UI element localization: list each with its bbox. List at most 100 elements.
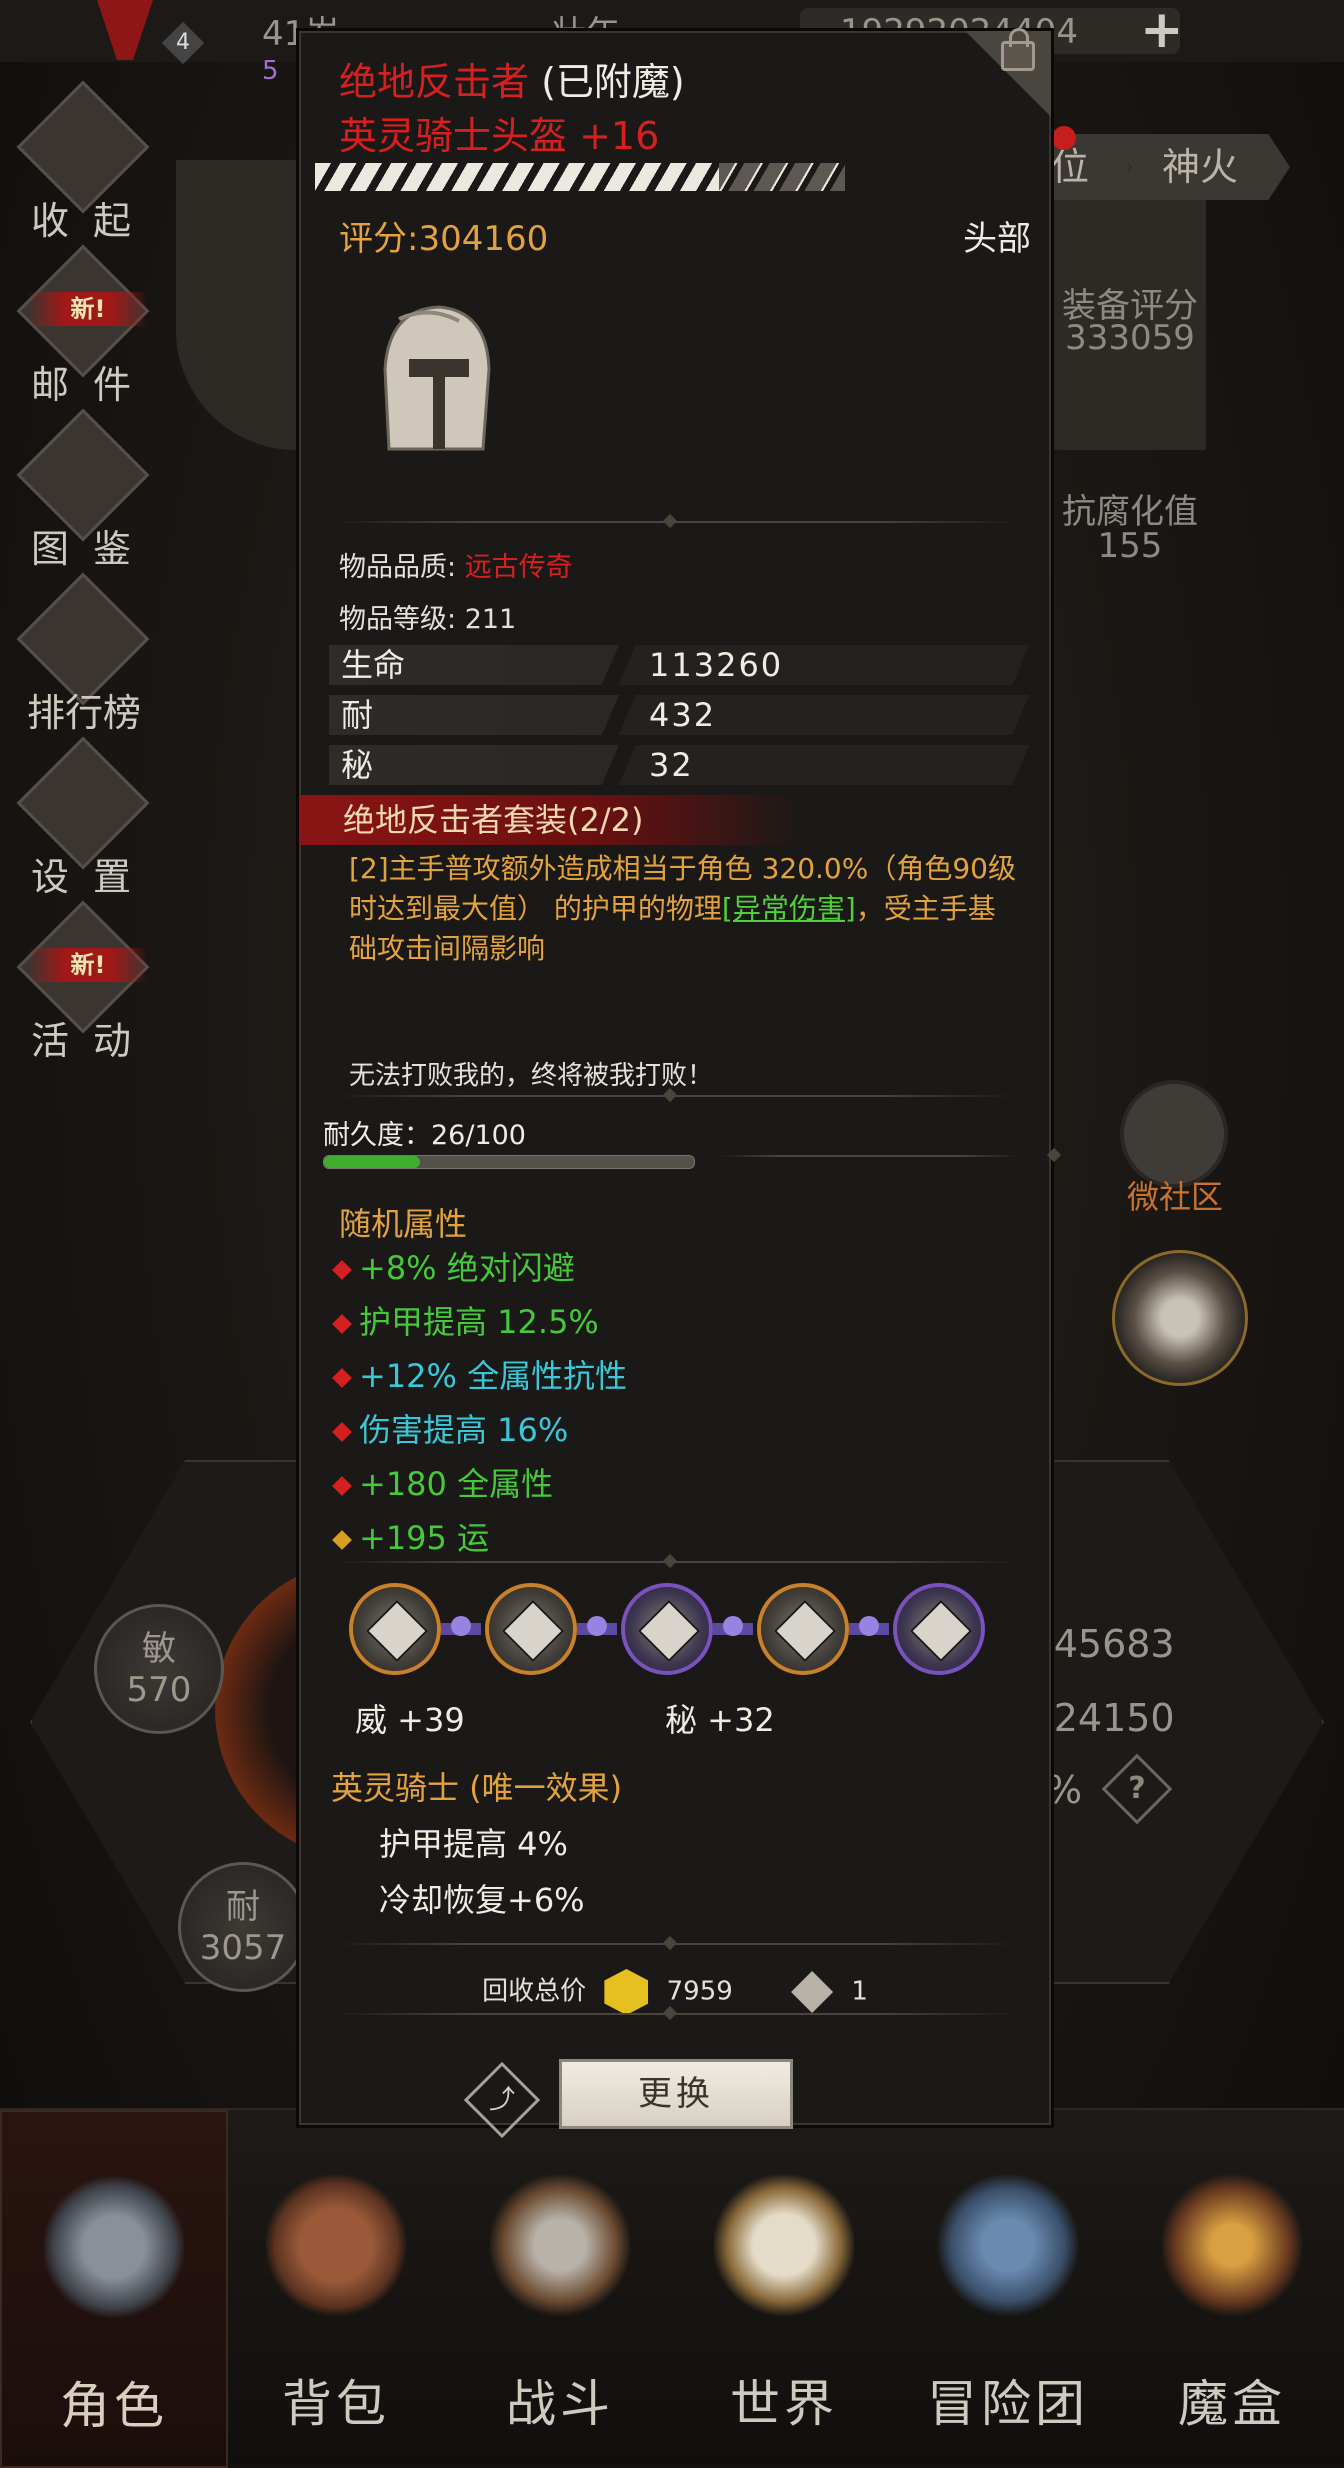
nav-item-battle[interactable]: 战斗 (448, 2110, 672, 2464)
castle-icon (938, 2170, 1078, 2320)
item-level: 物品等级: 211 (339, 604, 517, 635)
socket-stat: 威 +39 (355, 1701, 465, 1739)
socket-stat: 秘 +32 (665, 1701, 775, 1739)
stamina-label: 耐 (226, 1887, 260, 1927)
item-set-title: 绝地反击者 (已附魔) (339, 51, 685, 106)
agility-label: 敏 (142, 1629, 176, 1669)
gem-bullet-icon (332, 1422, 352, 1442)
sidebar-item-label: 邮 件 (30, 363, 138, 407)
nav-label: 角色 (60, 2377, 168, 2435)
random-attr-item: +180 全属性 (332, 1459, 554, 1509)
nav-item-magic-box[interactable]: 魔盒 (1120, 2110, 1344, 2464)
sword-shield-icon (490, 2170, 630, 2320)
sidebar-item-events[interactable]: 新! 活 动 (14, 900, 154, 1070)
rune-socket[interactable] (485, 1583, 577, 1675)
stat-value-text: -24150 (1040, 1696, 1175, 1740)
swap-button[interactable]: 更换 (559, 2059, 793, 2129)
add-currency-icon[interactable]: + (1140, 4, 1184, 56)
recycle-label: 回收总价 (482, 1976, 587, 2007)
rune-socket[interactable] (893, 1583, 985, 1675)
community-button[interactable]: 微社区 (1110, 1080, 1240, 1216)
shard-icon (791, 1971, 834, 2013)
corruption-value: 155 (1097, 526, 1163, 566)
divider (335, 1095, 1015, 1097)
nav-item-backpack[interactable]: 背包 (224, 2110, 448, 2464)
unique-effect-title: 英灵骑士 (唯一效果) (331, 1769, 623, 1807)
agility-stat: 敏 570 (94, 1604, 224, 1734)
stat-value-text: -45683 (1040, 1622, 1175, 1666)
rune-socket[interactable] (349, 1583, 441, 1675)
enhance-progress-remaining (719, 163, 845, 191)
abnormal-damage-link[interactable]: [异常伤害] (722, 892, 856, 925)
sidebar-item-mail[interactable]: 新! 邮 件 (14, 244, 154, 414)
set-bonus-title: 绝地反击者套装(2/2) (343, 801, 644, 839)
sidebar-item-label: 收 起 (30, 199, 138, 243)
durability-bar (323, 1155, 695, 1169)
share-button[interactable]: ⤴ (463, 2061, 541, 2139)
stamina-value: 3057 (199, 1928, 287, 1968)
set-name: 绝地反击者 (339, 60, 530, 104)
random-attr-text: 护甲提高 12.5% (359, 1303, 599, 1341)
equip-score-value: 333059 (1065, 318, 1195, 358)
sidebar-item-ranking[interactable]: 排行榜 (14, 572, 154, 742)
lock-icon[interactable] (1001, 28, 1035, 71)
nav-item-world[interactable]: 世界 (672, 2110, 896, 2464)
rune-socket[interactable] (621, 1583, 713, 1675)
random-attr-text: +12% 全属性抗性 (359, 1357, 628, 1395)
socket-link (577, 1616, 617, 1636)
item-score: 评分:304160 (339, 219, 549, 259)
attr-value: 432 (619, 695, 1029, 735)
unique-effect-item: 冷却恢复+6% (379, 1881, 585, 1919)
unique-effect-item: 护甲提高 4% (379, 1825, 568, 1863)
guild-badge-icon[interactable] (97, 0, 153, 60)
nav-label: 战斗 (506, 2375, 614, 2433)
rune-socket[interactable] (757, 1583, 849, 1675)
divider (335, 1561, 1015, 1563)
enchant-status: (已附魔) (541, 60, 685, 104)
sidebar-item-settings[interactable]: 设 置 (14, 736, 154, 906)
random-attr-text: +180 全属性 (359, 1465, 554, 1503)
agility-value: 570 (126, 1670, 192, 1710)
base-attr-row: 秘 32 (329, 745, 1029, 785)
attr-name: 秘 (329, 745, 619, 785)
sidebar-item-collapse[interactable]: 收 起 (14, 80, 154, 250)
gem-bullet-icon (332, 1368, 352, 1388)
set-bonus-description: [2]主手普攻额外造成相当于角色 320.0%（角色90级时达到最大值） 的护甲… (349, 852, 1016, 965)
scroll-map-icon (714, 2170, 854, 2320)
nav-label: 魔盒 (1178, 2375, 1286, 2433)
nav-item-adventure-group[interactable]: 冒险团 (896, 2110, 1120, 2464)
random-attr-item: +8% 绝对闪避 (332, 1243, 575, 1293)
item-name: 英灵骑士头盔 +16 (339, 114, 660, 158)
random-attr-item: +12% 全属性抗性 (332, 1351, 628, 1401)
recycle-shard: 1 (851, 1976, 868, 2007)
durability-fill (324, 1156, 421, 1168)
item-quality: 物品品质: 远古传奇 (339, 552, 573, 583)
nav-item-character[interactable]: 角色 (0, 2110, 228, 2468)
notification-dot (1052, 126, 1076, 150)
divider (335, 1943, 1015, 1945)
base-attr-row: 生命 113260 (329, 645, 1029, 685)
sidebar-item-label: 图 鉴 (30, 527, 138, 571)
random-attr-item: 护甲提高 12.5% (332, 1297, 599, 1347)
sidebar-item-label: 排行榜 (26, 691, 141, 735)
sidebar-item-codex[interactable]: 图 鉴 (14, 408, 154, 578)
socket-link (849, 1616, 889, 1636)
crowned-beast-icon[interactable] (1112, 1250, 1248, 1386)
new-badge: 新! (28, 948, 148, 982)
item-slot: 头部 (963, 219, 1031, 259)
share-icon: ⤴ (488, 2085, 515, 2115)
tab-divine-fire[interactable]: 神火 (1110, 134, 1290, 200)
gem-bullet-icon (332, 1476, 352, 1496)
random-attr-text: +8% 绝对闪避 (359, 1249, 575, 1287)
magic-cube-icon (1162, 2170, 1302, 2320)
base-attr-row: 耐 432 (329, 695, 1029, 735)
level-badge: 4 (161, 21, 205, 65)
recycle-value: 回收总价 7959 1 (299, 1969, 1051, 2015)
gold-gem-icon (604, 1969, 649, 2015)
sidebar-item-label: 设 置 (30, 855, 138, 899)
gem-bullet-icon (332, 1314, 352, 1334)
bottom-navigation: 角色 背包 战斗 世界 冒险团 魔盒 (0, 2108, 1344, 2468)
socket-row (349, 1583, 1009, 1683)
divider (335, 2013, 1015, 2015)
backpack-icon (266, 2170, 406, 2320)
